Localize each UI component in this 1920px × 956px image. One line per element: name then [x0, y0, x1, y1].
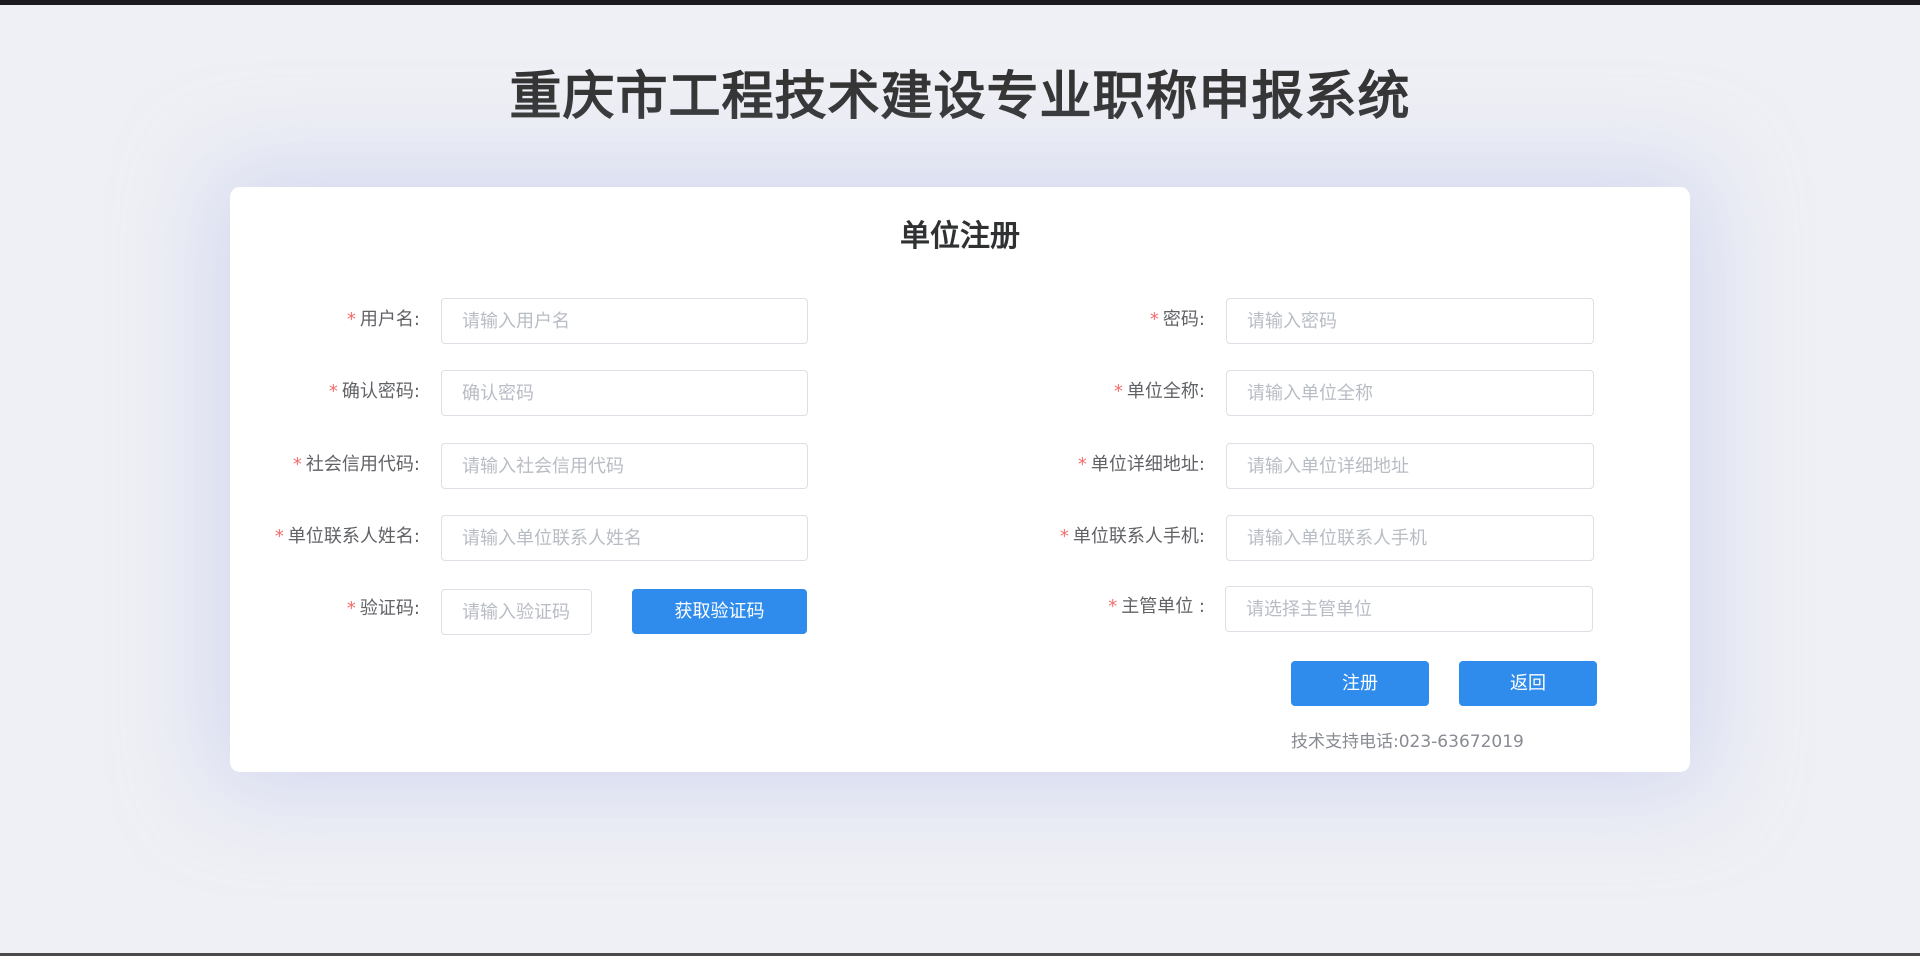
supervisor-select[interactable] — [1225, 586, 1593, 632]
required-mark: * — [1149, 309, 1159, 330]
org-address-label: * 单位详细地址: — [1010, 443, 1205, 487]
password-label-text: 密码: — [1162, 309, 1205, 330]
back-button[interactable]: 返回 — [1459, 661, 1597, 706]
contact-phone-input[interactable] — [1226, 515, 1594, 561]
confirm-password-input[interactable] — [441, 370, 808, 416]
credit-code-label: * 社会信用代码: — [230, 443, 420, 487]
password-label: * 密码: — [1030, 298, 1205, 342]
org-address-label-text: 单位详细地址: — [1090, 454, 1205, 475]
org-address-input[interactable] — [1226, 443, 1594, 489]
username-input[interactable] — [441, 298, 808, 344]
confirm-password-label: * 确认密码: — [230, 370, 420, 414]
top-bar — [0, 0, 1920, 5]
required-mark: * — [346, 598, 356, 619]
org-full-name-input[interactable] — [1226, 370, 1594, 416]
supervisor-label: * 主管单位 : — [1030, 585, 1205, 629]
required-mark: * — [346, 309, 356, 330]
required-mark: * — [1108, 596, 1118, 617]
password-input[interactable] — [1226, 298, 1594, 344]
register-card: 单位注册 *用户名: *密码: *确认密码: *单位全称: *社会信用代码: *… — [230, 187, 1690, 772]
contact-name-label-text: 单位联系人姓名: — [287, 526, 420, 547]
username-label: * 用户名: — [230, 298, 420, 342]
register-button[interactable]: 注册 — [1291, 661, 1429, 706]
confirm-password-label-text: 确认密码: — [341, 381, 420, 402]
username-label-text: 用户名: — [359, 309, 420, 330]
verify-code-label: * 验证码: — [230, 587, 420, 631]
required-mark: * — [1059, 526, 1069, 547]
contact-name-input[interactable] — [441, 515, 808, 561]
org-full-name-label-text: 单位全称: — [1126, 381, 1205, 402]
verify-code-label-text: 验证码: — [359, 598, 420, 619]
credit-code-input[interactable] — [441, 443, 808, 489]
required-mark: * — [1113, 381, 1123, 402]
contact-phone-label-text: 单位联系人手机: — [1072, 526, 1205, 547]
support-phone: 技术支持电话:023-63672019 — [1291, 732, 1524, 752]
form-title: 单位注册 — [900, 219, 1020, 254]
contact-phone-label: * 单位联系人手机: — [1010, 515, 1205, 559]
required-mark: * — [292, 454, 302, 475]
required-mark: * — [328, 381, 338, 402]
required-mark: * — [274, 526, 284, 547]
org-full-name-label: * 单位全称: — [1030, 370, 1205, 414]
verify-code-input[interactable] — [441, 589, 592, 635]
get-code-button[interactable]: 获取验证码 — [632, 589, 807, 634]
supervisor-label-text: 主管单位 : — [1121, 596, 1205, 617]
contact-name-label: * 单位联系人姓名: — [230, 515, 420, 559]
system-title: 重庆市工程技术建设专业职称申报系统 — [509, 67, 1411, 127]
required-mark: * — [1077, 454, 1087, 475]
credit-code-label-text: 社会信用代码: — [305, 454, 420, 475]
